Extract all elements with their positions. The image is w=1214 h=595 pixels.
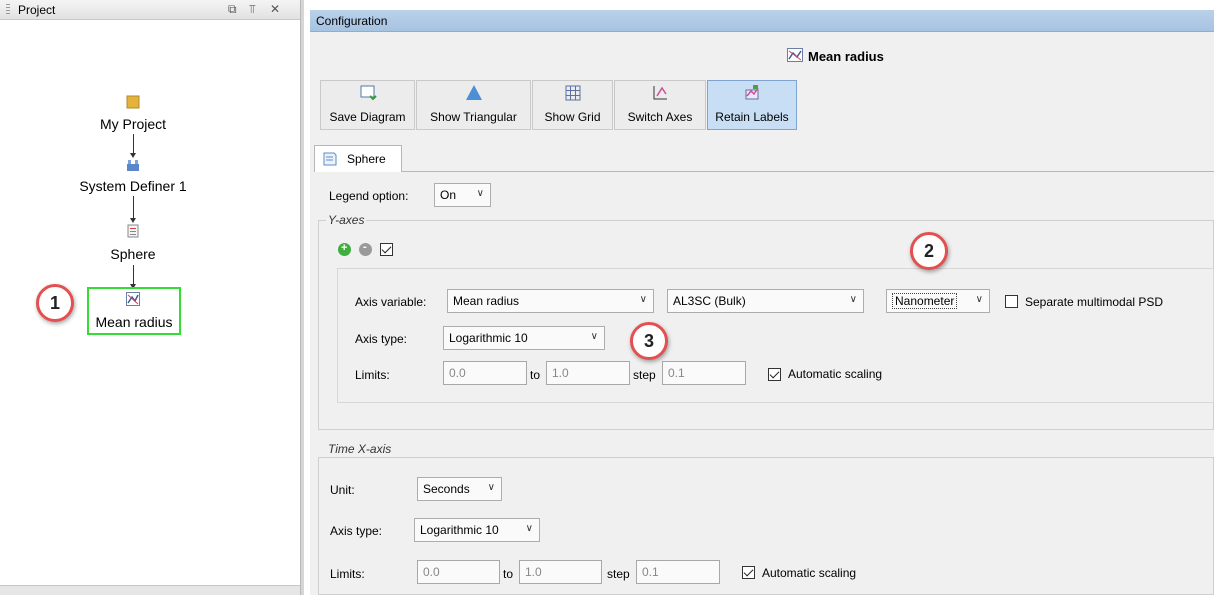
limit-to-field[interactable]: 1.0 xyxy=(546,361,630,385)
automatic-scaling-label: Automatic scaling xyxy=(788,367,883,381)
step-badge-3: 3 xyxy=(630,322,668,360)
folder-icon xyxy=(126,95,140,109)
save-diagram-label: Save Diagram xyxy=(329,110,406,124)
tree-connector xyxy=(133,134,134,154)
limit-from-field[interactable]: 0.0 xyxy=(443,361,527,385)
tree-connector xyxy=(133,196,134,219)
retain-labels-label: Retain Labels xyxy=(715,110,789,124)
sphere-tab-icon xyxy=(323,152,337,166)
tree-node-mean-radius[interactable]: Mean radius xyxy=(95,314,172,330)
time-step-label: step xyxy=(607,567,630,581)
time-automatic-scaling-checkbox[interactable] xyxy=(742,566,755,579)
switch-axes-label: Switch Axes xyxy=(627,110,693,124)
sphere-icon xyxy=(127,224,139,238)
configuration-header: Configuration xyxy=(310,10,1214,32)
save-diagram-icon xyxy=(360,85,377,101)
tab-sphere[interactable]: Sphere xyxy=(314,145,402,172)
chevron-down-icon: ∨ xyxy=(975,294,983,305)
chevron-down-icon: ∨ xyxy=(639,294,647,305)
time-unit-value: Seconds xyxy=(423,482,470,496)
tree-node-sphere[interactable]: Sphere xyxy=(110,246,155,262)
tree-node-my-project[interactable]: My Project xyxy=(100,116,166,132)
configuration-title: Configuration xyxy=(316,14,388,28)
axis-type-label: Axis type: xyxy=(355,332,408,346)
retain-labels-icon xyxy=(745,85,759,100)
time-limits-label: Limits: xyxy=(330,567,365,581)
axis-type-value: Logarithmic 10 xyxy=(449,331,528,345)
step-badge-2: 2 xyxy=(910,232,948,270)
grid-icon xyxy=(565,85,580,101)
drag-grip-icon[interactable] xyxy=(6,4,10,16)
axis-variable-value: Mean radius xyxy=(453,294,520,308)
legend-option-value: On xyxy=(440,188,457,202)
panel-splitter[interactable] xyxy=(300,0,304,595)
pin-icon[interactable]: ⫪ xyxy=(249,2,256,17)
time-unit-select[interactable]: Seconds ∨ xyxy=(417,477,502,501)
time-x-axis-title: Time X-axis xyxy=(326,442,394,456)
triangle-icon xyxy=(465,85,482,100)
show-triangular-button[interactable]: Show Triangular xyxy=(416,80,531,130)
restore-window-icon[interactable]: ⧉ xyxy=(228,2,237,17)
limits-label: Limits: xyxy=(355,368,390,382)
show-grid-button[interactable]: Show Grid xyxy=(532,80,613,130)
legend-option-label: Legend option: xyxy=(329,189,409,203)
diagram-title: Mean radius xyxy=(808,49,884,64)
project-panel-scrollbar[interactable] xyxy=(0,585,300,595)
show-triangular-label: Show Triangular xyxy=(430,110,517,124)
close-icon[interactable]: ✕ xyxy=(270,2,280,16)
switch-axes-button[interactable]: Switch Axes xyxy=(614,80,706,130)
unit-select[interactable]: Nanometer ∨ xyxy=(886,289,990,313)
time-limit-from-field[interactable]: 0.0 xyxy=(417,560,500,584)
legend-option-select[interactable]: On ∨ xyxy=(434,183,491,207)
source-select[interactable]: AL3SC (Bulk) ∨ xyxy=(667,289,864,313)
axis-variable-select[interactable]: Mean radius ∨ xyxy=(447,289,654,313)
time-to-label: to xyxy=(503,567,514,581)
plus-icon: + xyxy=(341,242,348,254)
time-automatic-scaling-label: Automatic scaling xyxy=(762,566,857,580)
automatic-scaling-checkbox[interactable] xyxy=(768,368,781,381)
separate-multimodal-checkbox[interactable] xyxy=(1005,295,1018,308)
axis-variable-label: Axis variable: xyxy=(355,295,427,309)
minus-icon: - xyxy=(363,241,367,253)
project-panel-header: Project ⧉ ⫪ ✕ xyxy=(0,0,300,20)
time-axis-type-select[interactable]: Logarithmic 10 ∨ xyxy=(414,518,540,542)
chevron-down-icon: ∨ xyxy=(487,482,495,493)
project-panel-title: Project xyxy=(18,3,56,17)
switch-axes-icon xyxy=(653,86,667,100)
tree-node-system-definer[interactable]: System Definer 1 xyxy=(79,178,186,194)
time-axis-type-label: Axis type: xyxy=(330,524,383,538)
system-definer-icon xyxy=(127,160,139,171)
chevron-down-icon: ∨ xyxy=(590,331,598,342)
time-limit-to-field[interactable]: 1.0 xyxy=(519,560,602,584)
retain-labels-button[interactable]: Retain Labels xyxy=(707,80,797,130)
chart-icon xyxy=(126,292,140,306)
chart-icon xyxy=(787,48,803,62)
step-label: step xyxy=(633,368,656,382)
chevron-down-icon: ∨ xyxy=(849,294,857,305)
source-value: AL3SC (Bulk) xyxy=(673,294,746,308)
y-axes-title: Y-axes xyxy=(326,213,367,227)
time-step-field[interactable]: 0.1 xyxy=(636,560,720,584)
tree-connector xyxy=(133,265,134,285)
chevron-down-icon: ∨ xyxy=(525,523,533,534)
tab-sphere-label: Sphere xyxy=(347,152,386,166)
step-field[interactable]: 0.1 xyxy=(662,361,746,385)
unit-value: Nanometer xyxy=(892,293,958,309)
axis-enabled-checkbox[interactable] xyxy=(380,243,393,256)
time-unit-label: Unit: xyxy=(330,483,355,497)
save-diagram-button[interactable]: Save Diagram xyxy=(320,80,415,130)
to-label: to xyxy=(530,368,541,382)
show-grid-label: Show Grid xyxy=(544,110,601,124)
separate-multimodal-label: Separate multimodal PSD xyxy=(1025,295,1164,309)
chevron-down-icon: ∨ xyxy=(476,188,484,199)
time-axis-type-value: Logarithmic 10 xyxy=(420,523,499,537)
axis-type-select[interactable]: Logarithmic 10 ∨ xyxy=(443,326,605,350)
tree-arrow xyxy=(130,218,136,223)
step-badge-1: 1 xyxy=(36,284,74,322)
